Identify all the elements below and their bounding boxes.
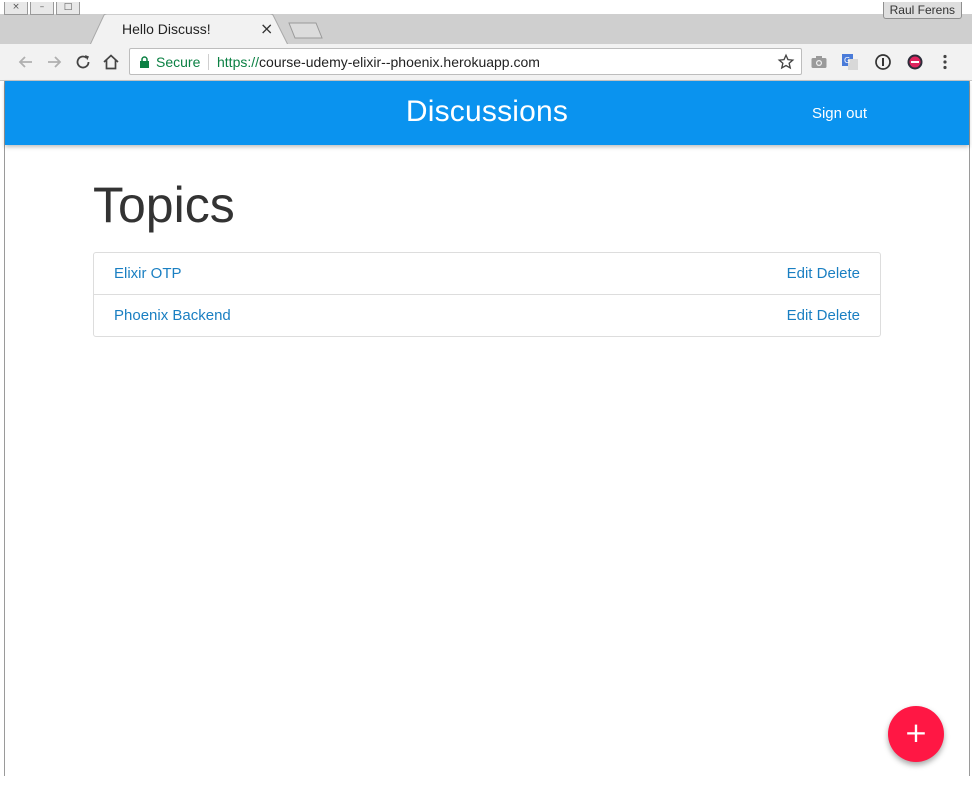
url-scheme: https://	[217, 54, 260, 70]
window-maximize-button[interactable]: □	[56, 2, 80, 15]
window-minimize-button[interactable]: –	[30, 2, 54, 15]
omnibox-divider	[208, 54, 209, 70]
topic-link[interactable]: Elixir OTP	[114, 265, 182, 282]
home-icon[interactable]	[101, 52, 121, 72]
menu-dots-icon[interactable]	[935, 52, 955, 72]
topics-list: Elixir OTP Edit Delete Phoenix Backend E…	[93, 252, 881, 337]
translate-icon[interactable]: G	[840, 52, 860, 72]
add-topic-button[interactable]: +	[888, 706, 944, 762]
window-close-button[interactable]: ×	[4, 2, 28, 15]
browser-toolbar: Secure https://course-udemy-elixir--phoe…	[0, 44, 972, 81]
block-extension-icon[interactable]	[905, 52, 925, 72]
app-navbar: Discussions Sign out	[5, 81, 969, 145]
secure-label: Secure	[156, 54, 201, 70]
page-viewport: Discussions Sign out Topics Elixir OTP E…	[4, 81, 970, 776]
reload-icon[interactable]	[73, 52, 93, 72]
address-bar[interactable]: Secure https://course-udemy-elixir--phoe…	[129, 48, 802, 75]
back-icon[interactable]	[16, 52, 36, 72]
topic-actions: Edit Delete	[787, 265, 860, 282]
window-controls: × – □	[4, 2, 80, 15]
bookmark-star-icon[interactable]	[777, 53, 795, 71]
camera-icon[interactable]	[809, 52, 829, 72]
svg-text:G: G	[844, 56, 850, 65]
tab-strip: × – □ Raul Ferens Hello Discuss! ×	[0, 0, 972, 45]
info-icon[interactable]	[873, 52, 893, 72]
delete-topic-link[interactable]: Delete	[817, 307, 860, 324]
profile-button[interactable]: Raul Ferens	[882, 2, 962, 19]
delete-topic-link[interactable]: Delete	[817, 265, 860, 282]
forward-icon[interactable]	[44, 52, 64, 72]
tab-title: Hello Discuss!	[122, 21, 211, 37]
page-title: Topics	[93, 177, 235, 233]
topic-actions: Edit Delete	[787, 307, 860, 324]
topic-row: Phoenix Backend Edit Delete	[94, 294, 880, 336]
edit-topic-link[interactable]: Edit	[787, 265, 813, 282]
tab-close-icon[interactable]: ×	[260, 19, 273, 38]
browser-tab-active[interactable]: Hello Discuss! ×	[90, 14, 289, 45]
sign-out-link[interactable]: Sign out	[812, 105, 867, 122]
topic-link[interactable]: Phoenix Backend	[114, 307, 231, 324]
topic-row: Elixir OTP Edit Delete	[94, 253, 880, 294]
url-text[interactable]: https://course-udemy-elixir--phoenix.her…	[217, 54, 540, 70]
new-tab-button[interactable]	[288, 22, 324, 40]
url-host: course-udemy-elixir--phoenix.herokuapp.c…	[259, 54, 540, 70]
edit-topic-link[interactable]: Edit	[787, 307, 813, 324]
lock-icon	[140, 56, 149, 68]
browser-window: × – □ Raul Ferens Hello Discuss! × Secur…	[0, 0, 972, 790]
